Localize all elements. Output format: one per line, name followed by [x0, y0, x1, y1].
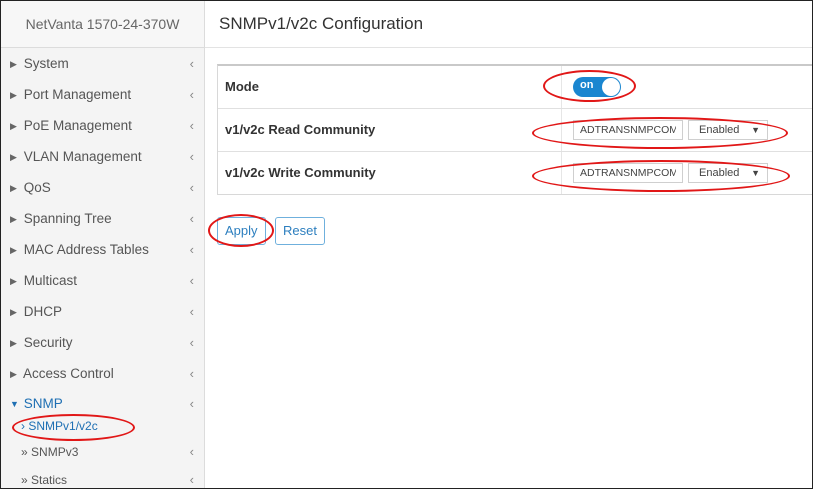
read-community-input[interactable]	[573, 120, 683, 140]
sidebar-item-poe-management[interactable]: ▶ PoE Management ‹	[1, 110, 204, 141]
expand-triangle-icon: ▶	[10, 307, 17, 317]
sidebar-item-label: PoE Management	[23, 118, 132, 133]
sidebar-item-mac-address-tables[interactable]: ▶ MAC Address Tables ‹	[1, 234, 204, 265]
select-value: Enabled	[699, 167, 740, 179]
expand-triangle-icon: ▶	[10, 183, 17, 193]
chevron-left-icon: ‹	[189, 211, 194, 226]
expand-triangle-icon: ▶	[10, 121, 17, 131]
mode-toggle[interactable]: on	[573, 77, 621, 97]
sidebar-item-snmp[interactable]: ▼ SNMP ‹	[1, 392, 204, 416]
sidebar-subitem-snmpv3[interactable]: » SNMPv3 ‹	[1, 438, 204, 466]
double-chevron-right-icon: »	[21, 445, 28, 459]
expand-triangle-icon: ▶	[10, 59, 17, 69]
sidebar-item-label: MAC Address Tables	[23, 242, 149, 257]
sidebar-subitem-label: SNMPv1/v2c	[28, 419, 98, 433]
toggle-state-text: on	[580, 79, 594, 91]
chevron-down-icon: ▼	[751, 168, 760, 178]
sidebar-item-label: QoS	[23, 180, 51, 195]
sidebar-item-qos[interactable]: ▶ QoS ‹	[1, 172, 204, 203]
expand-triangle-icon: ▶	[10, 369, 17, 379]
sidebar-item-vlan-management[interactable]: ▶ VLAN Management ‹	[1, 141, 204, 172]
mode-row: Mode on	[218, 66, 813, 109]
chevron-left-icon: ‹	[189, 56, 194, 71]
sidebar: NetVanta 1570-24-370W ▶ System ‹ ▶ Port …	[1, 1, 205, 488]
mode-value-cell: on	[562, 66, 813, 108]
sidebar-item-multicast[interactable]: ▶ Multicast ‹	[1, 265, 204, 296]
sidebar-item-label: DHCP	[23, 304, 63, 319]
write-community-row: v1/v2c Write Community Enabled ▼	[218, 152, 813, 194]
sidebar-subitem-statics[interactable]: » Statics ‹	[1, 466, 204, 488]
expand-triangle-icon: ▶	[10, 276, 17, 286]
sidebar-item-port-management[interactable]: ▶ Port Management ‹	[1, 79, 204, 110]
sidebar-subitem-label: SNMPv3	[31, 445, 79, 459]
read-community-status-select[interactable]: Enabled ▼	[688, 120, 768, 140]
sidebar-item-label: Spanning Tree	[23, 211, 112, 226]
chevron-left-icon: ‹	[189, 242, 194, 257]
sidebar-item-access-control[interactable]: ▶ Access Control ‹	[1, 358, 204, 389]
sidebar-item-label: VLAN Management	[23, 149, 142, 164]
sidebar-item-system[interactable]: ▶ System ‹	[1, 48, 204, 79]
sidebar-item-label: System	[23, 56, 69, 71]
chevron-left-icon: ‹	[189, 304, 194, 319]
toggle-knob	[602, 78, 620, 96]
chevron-left-icon: ‹	[189, 149, 194, 164]
expand-triangle-icon: ▶	[10, 245, 17, 255]
chevron-left-icon: ‹	[189, 335, 194, 350]
expand-triangle-icon: ▶	[10, 338, 17, 348]
sidebar-subitem-snmpv1-v2c[interactable]: › SNMPv1/v2c	[1, 416, 204, 438]
chevron-left-icon: ‹	[189, 118, 194, 133]
sidebar-item-label: Access Control	[23, 366, 114, 381]
snmp-config-table: Mode on v1/v2c Read Community Enabled ▼ …	[217, 64, 813, 195]
apply-button[interactable]: Apply	[217, 217, 266, 245]
select-value: Enabled	[699, 124, 740, 136]
sidebar-item-spanning-tree[interactable]: ▶ Spanning Tree ‹	[1, 203, 204, 234]
sidebar-item-dhcp[interactable]: ▶ DHCP ‹	[1, 296, 204, 327]
sidebar-item-label: SNMP	[23, 396, 63, 411]
chevron-left-icon: ‹	[189, 273, 194, 288]
chevron-right-icon: ›	[21, 419, 25, 433]
brand-title: NetVanta 1570-24-370W	[1, 1, 204, 48]
sidebar-subitem-label: Statics	[31, 473, 68, 487]
reset-button[interactable]: Reset	[275, 217, 325, 245]
chevron-left-icon: ‹	[189, 180, 194, 195]
mode-label: Mode	[218, 66, 562, 108]
sidebar-item-label: Security	[23, 335, 73, 350]
main-content: SNMPv1/v2c Configuration Mode on v1/v2c …	[205, 1, 813, 488]
chevron-left-icon: ‹	[189, 472, 194, 487]
chevron-left-icon: ‹	[189, 396, 194, 411]
expand-triangle-icon: ▶	[10, 214, 17, 224]
expand-triangle-icon: ▶	[10, 152, 17, 162]
collapse-triangle-icon: ▼	[10, 399, 19, 409]
chevron-left-icon: ‹	[189, 366, 194, 381]
chevron-down-icon: ▼	[751, 125, 760, 135]
read-community-row: v1/v2c Read Community Enabled ▼	[218, 109, 813, 152]
chevron-left-icon: ‹	[189, 444, 194, 459]
sidebar-item-security[interactable]: ▶ Security ‹	[1, 327, 204, 358]
sidebar-item-label: Port Management	[23, 87, 132, 102]
write-community-label: v1/v2c Write Community	[218, 152, 562, 194]
read-community-label: v1/v2c Read Community	[218, 109, 562, 151]
sidebar-item-label: Multicast	[23, 273, 78, 288]
chevron-left-icon: ‹	[189, 87, 194, 102]
write-community-status-select[interactable]: Enabled ▼	[688, 163, 768, 183]
page-title: SNMPv1/v2c Configuration	[205, 1, 813, 48]
expand-triangle-icon: ▶	[10, 90, 17, 100]
write-community-value-cell: Enabled ▼	[562, 152, 813, 194]
write-community-input[interactable]	[573, 163, 683, 183]
double-chevron-right-icon: »	[21, 473, 28, 487]
read-community-value-cell: Enabled ▼	[562, 109, 813, 151]
